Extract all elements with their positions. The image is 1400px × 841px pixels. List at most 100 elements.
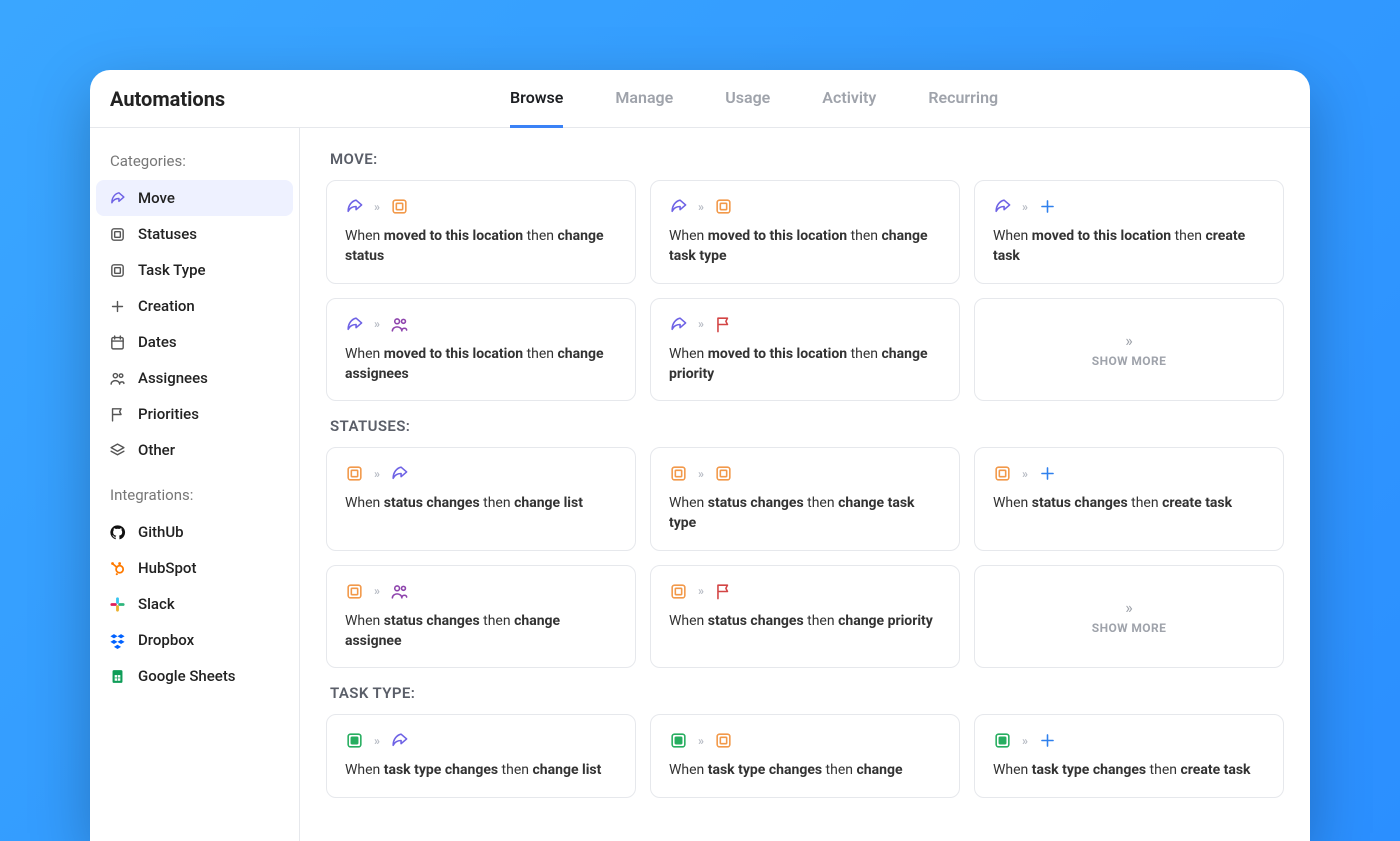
show-more-button[interactable]: »SHOW MORE <box>974 298 1284 402</box>
status-square-icon <box>108 225 126 243</box>
sidebar-item-move[interactable]: Move <box>96 180 293 216</box>
sidebar-integration-slack[interactable]: Slack <box>96 586 293 622</box>
automation-description: When moved to this location then change … <box>669 344 941 385</box>
people-purple-icon <box>390 315 409 334</box>
sidebar-item-label: Slack <box>138 595 175 613</box>
arrow-share-icon <box>993 197 1012 216</box>
automation-description: When status changes then change priority <box>669 611 941 631</box>
card-icon-row: » <box>345 315 617 334</box>
sidebar-item-label: Priorities <box>138 405 199 423</box>
sidebar-item-other[interactable]: Other <box>96 432 293 468</box>
flag-icon <box>108 405 126 423</box>
sidebar-item-task-type[interactable]: Task Type <box>96 252 293 288</box>
stack-icon <box>108 441 126 459</box>
dropbox-icon <box>108 631 126 649</box>
automation-description: When status changes then change task typ… <box>669 493 941 534</box>
hubspot-icon <box>108 559 126 577</box>
sidebar-item-priorities[interactable]: Priorities <box>96 396 293 432</box>
automation-card[interactable]: » When status changes then change task t… <box>650 447 960 551</box>
arrow-share-icon <box>390 464 409 483</box>
tab-bar: Browse Manage Usage Activity Recurring <box>410 70 998 127</box>
automation-card[interactable]: » When moved to this location then chang… <box>326 298 636 402</box>
automation-description: When moved to this location then create … <box>993 226 1265 267</box>
card-icon-row: » <box>669 582 941 601</box>
arrow-share-icon <box>669 197 688 216</box>
calendar-icon <box>108 333 126 351</box>
section-header: MOVE: <box>330 150 1284 168</box>
plus-blue-icon <box>1038 731 1057 750</box>
automation-card[interactable]: » When moved to this location then chang… <box>650 180 960 284</box>
automation-grid: » When status changes then change list »… <box>326 447 1284 668</box>
automation-description: When moved to this location then change … <box>345 226 617 267</box>
card-icon-row: » <box>669 464 941 483</box>
plus-blue-icon <box>1038 197 1057 216</box>
sidebar-item-label: Google Sheets <box>138 667 236 685</box>
automation-card[interactable]: » When task type changes then change lis… <box>326 714 636 797</box>
chevron-icon: » <box>698 734 704 748</box>
card-icon-row: » <box>345 464 617 483</box>
card-icon-row: » <box>345 731 617 750</box>
tab-browse[interactable]: Browse <box>510 70 563 128</box>
automation-grid: » When moved to this location then chang… <box>326 180 1284 401</box>
automation-description: When moved to this location then change … <box>669 226 941 267</box>
sidebar-item-label: Task Type <box>138 261 206 279</box>
automations-window: Automations BrowseManageUsageActivityRec… <box>90 70 1310 841</box>
sidebar-integration-dropbox[interactable]: Dropbox <box>96 622 293 658</box>
sidebar-integration-google-sheets[interactable]: Google Sheets <box>96 658 293 694</box>
status-square-green-icon <box>669 731 688 750</box>
show-more-label: SHOW MORE <box>1092 621 1166 635</box>
automation-card[interactable]: » When moved to this location then chang… <box>326 180 636 284</box>
chevron-icon: » <box>698 317 704 331</box>
status-square-orange-icon <box>714 731 733 750</box>
sidebar-item-statuses[interactable]: Statuses <box>96 216 293 252</box>
sidebar-item-label: Creation <box>138 297 195 315</box>
automation-card[interactable]: » When status changes then change list <box>326 447 636 551</box>
automation-card[interactable]: » When moved to this location then chang… <box>650 298 960 402</box>
automation-card[interactable]: » When status changes then change assign… <box>326 565 636 669</box>
sidebar-item-label: Dates <box>138 333 177 351</box>
status-square-orange-icon <box>390 197 409 216</box>
body: Categories: MoveStatuses Task Type Creatio… <box>90 128 1310 841</box>
status-square-orange-icon <box>714 464 733 483</box>
automation-description: When status changes then change list <box>345 493 617 513</box>
sidebar-integration-github[interactable]: GithUb <box>96 514 293 550</box>
automation-card[interactable]: » When task type changes then create tas… <box>974 714 1284 797</box>
tab-manage[interactable]: Manage <box>615 70 673 128</box>
sidebar-item-assignees[interactable]: Assignees <box>96 360 293 396</box>
chevron-icon: » <box>374 200 380 214</box>
automation-card[interactable]: » When status changes then create task <box>974 447 1284 551</box>
chevron-icon: » <box>1022 200 1028 214</box>
automation-grid: » When task type changes then change lis… <box>326 714 1284 797</box>
sidebar-item-creation[interactable]: Creation <box>96 288 293 324</box>
status-square-orange-icon <box>993 464 1012 483</box>
card-icon-row: » <box>345 582 617 601</box>
main-content: MOVE: » When moved to this location then… <box>300 128 1310 841</box>
section-header: TASK TYPE: <box>330 684 1284 702</box>
tab-recurring[interactable]: Recurring <box>928 70 998 128</box>
sidebar-integration-hubspot[interactable]: HubSpot <box>96 550 293 586</box>
sidebar-item-dates[interactable]: Dates <box>96 324 293 360</box>
tab-activity[interactable]: Activity <box>822 70 876 128</box>
automation-description: When status changes then create task <box>993 493 1265 513</box>
automation-description: When moved to this location then change … <box>345 344 617 385</box>
sidebar-categories-label: Categories: <box>96 146 293 180</box>
show-more-button[interactable]: »SHOW MORE <box>974 565 1284 669</box>
topbar: Automations BrowseManageUsageActivityRec… <box>90 70 1310 128</box>
arrow-share-icon <box>669 315 688 334</box>
tab-usage[interactable]: Usage <box>725 70 770 128</box>
arrow-share-icon <box>345 197 364 216</box>
people-icon <box>108 369 126 387</box>
people-purple-icon <box>390 582 409 601</box>
sidebar: Categories: MoveStatuses Task Type Creatio… <box>90 128 300 841</box>
status-square-orange-icon <box>345 464 364 483</box>
plus-icon <box>108 297 126 315</box>
chevron-icon: » <box>374 734 380 748</box>
chevron-icon: » <box>1125 331 1133 350</box>
automation-card[interactable]: » When task type changes then change <box>650 714 960 797</box>
arrow-share-icon <box>108 189 126 207</box>
automation-card[interactable]: » When moved to this location then creat… <box>974 180 1284 284</box>
status-square-orange-icon <box>714 197 733 216</box>
card-icon-row: » <box>345 197 617 216</box>
automation-card[interactable]: » When status changes then change priori… <box>650 565 960 669</box>
flag-red-icon <box>714 582 733 601</box>
